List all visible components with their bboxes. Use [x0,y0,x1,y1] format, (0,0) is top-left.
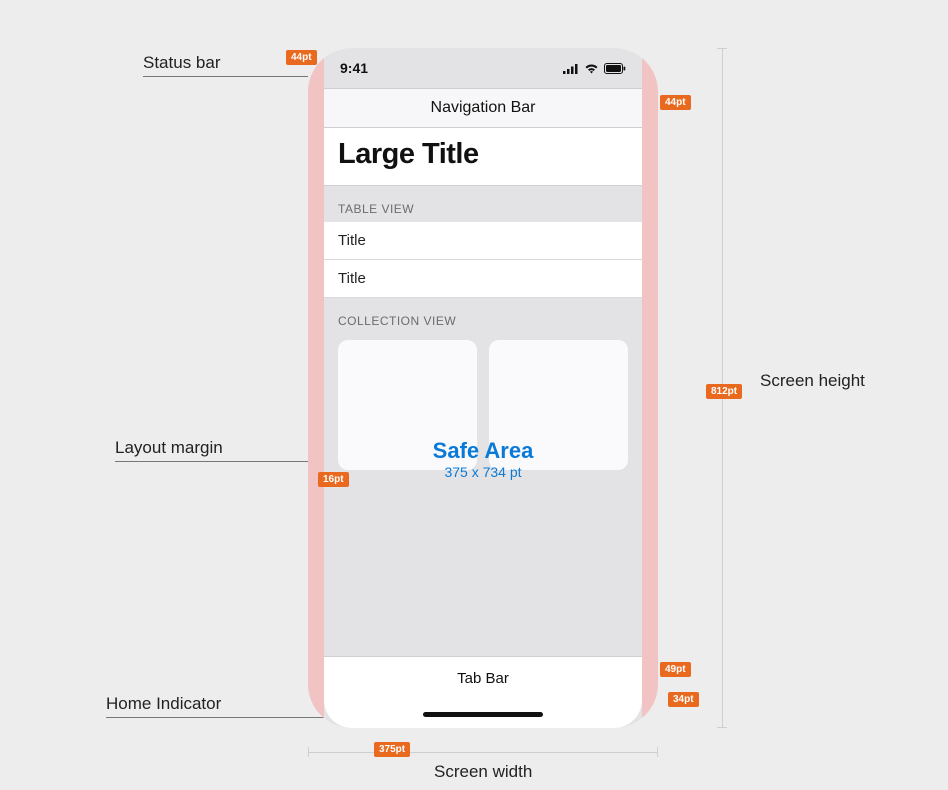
home-indicator [423,712,543,717]
callout-home-indicator: Home Indicator [106,694,221,714]
guide-layout-margin [115,461,321,462]
battery-icon [604,63,626,74]
status-icons [563,63,626,74]
callout-status-bar: Status bar [143,53,221,73]
callout-screen-width: Screen width [434,762,532,782]
section-header-table: TABLE VIEW [324,186,642,222]
navigation-bar: Navigation Bar [324,88,642,128]
status-bar: 9:41 [324,48,642,88]
dim-screen-width-line [308,752,658,753]
large-title-row: Large Title [324,128,642,186]
badge-home-indicator-height: 34pt [668,692,699,707]
wifi-icon [584,63,599,74]
phone-screen: 9:41 Navigation Bar Large Title TABLE VI… [324,48,642,728]
tab-bar-label: Tab Bar [457,670,509,687]
tab-bar: Tab Bar [324,656,642,700]
badge-screen-height-value: 812pt [706,384,742,399]
collection-card [338,340,477,470]
table-row: Title [324,222,642,260]
diagram-canvas: Status bar Layout margin Home Indicator … [0,0,948,790]
home-indicator-area [324,700,642,728]
section-header-collection: COLLECTION VIEW [324,298,642,334]
badge-nav-bar-height: 44pt [660,95,691,110]
guide-status-bar [143,76,308,77]
phone-frame: 9:41 Navigation Bar Large Title TABLE VI… [308,48,658,728]
navigation-bar-title: Navigation Bar [431,99,536,117]
badge-status-bar-height: 44pt [286,50,317,65]
callout-layout-margin: Layout margin [115,438,223,458]
status-time: 9:41 [340,60,368,76]
callout-screen-height: Screen height [760,370,865,392]
signal-icon [563,63,579,74]
badge-layout-margin-width: 16pt [318,472,349,487]
content-body [324,484,642,656]
large-title: Large Title [338,138,628,171]
collection-card [489,340,628,470]
collection-view [324,334,642,484]
table-row: Title [324,260,642,298]
badge-tab-bar-height: 49pt [660,662,691,677]
badge-screen-width-value: 375pt [374,742,410,757]
